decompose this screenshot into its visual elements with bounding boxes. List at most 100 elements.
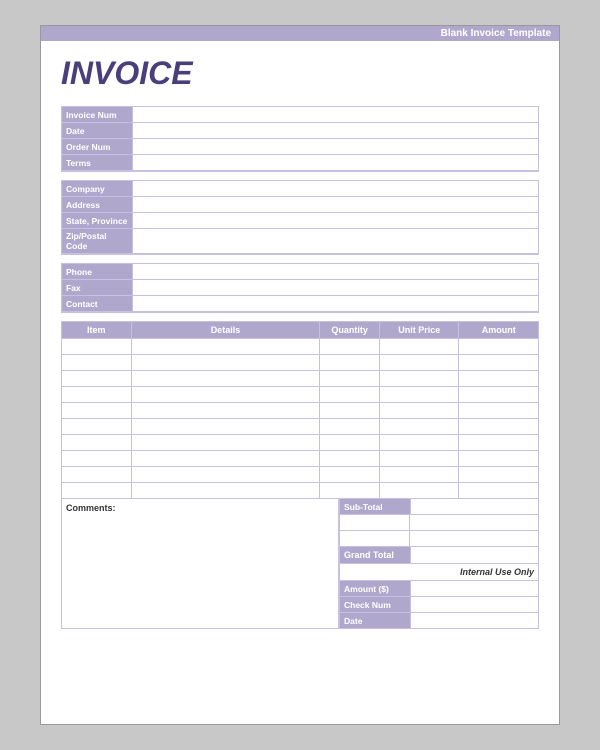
amount-value[interactable] — [410, 581, 538, 596]
fax-label: Fax — [62, 280, 132, 295]
details-cell[interactable] — [131, 451, 320, 467]
amount-cell[interactable] — [459, 339, 539, 355]
totals-area: Sub-Total Grand Total — [339, 499, 539, 629]
table-row — [62, 451, 539, 467]
order-num-value[interactable] — [132, 139, 538, 154]
terms-value[interactable] — [132, 155, 538, 170]
contact-section: Phone Fax Contact — [61, 263, 539, 313]
payment-date-value[interactable] — [410, 613, 538, 628]
comments-label: Comments: — [66, 503, 116, 513]
col-header-qty: Quantity — [320, 322, 380, 339]
state-value[interactable] — [132, 213, 538, 228]
qty-cell[interactable] — [320, 435, 380, 451]
item-cell[interactable] — [62, 419, 132, 435]
price-cell[interactable] — [379, 371, 459, 387]
item-cell[interactable] — [62, 371, 132, 387]
subtotal-value[interactable] — [410, 499, 538, 514]
qty-cell[interactable] — [320, 467, 380, 483]
amount-cell[interactable] — [459, 435, 539, 451]
table-row — [62, 371, 539, 387]
amount-row: Amount ($) — [339, 581, 539, 597]
grand-total-value[interactable] — [410, 547, 538, 563]
qty-cell[interactable] — [320, 419, 380, 435]
amount-cell[interactable] — [459, 451, 539, 467]
item-cell[interactable] — [62, 451, 132, 467]
price-cell[interactable] — [379, 483, 459, 499]
terms-row: Terms — [62, 155, 538, 171]
qty-cell[interactable] — [320, 387, 380, 403]
invoice-title: INVOICE — [61, 55, 539, 92]
amount-cell[interactable] — [459, 387, 539, 403]
qty-cell[interactable] — [320, 451, 380, 467]
qty-cell[interactable] — [320, 371, 380, 387]
company-row: Company — [62, 181, 538, 197]
price-cell[interactable] — [379, 403, 459, 419]
amount-cell[interactable] — [459, 419, 539, 435]
price-cell[interactable] — [379, 355, 459, 371]
price-cell[interactable] — [379, 387, 459, 403]
bottom-section: Comments: Sub-Total Grand Total — [61, 499, 539, 629]
amount-cell[interactable] — [459, 355, 539, 371]
contact-value[interactable] — [132, 296, 538, 311]
content-area: INVOICE Invoice Num Date Order Num Terms — [41, 41, 559, 643]
item-cell[interactable] — [62, 339, 132, 355]
amount-cell[interactable] — [459, 403, 539, 419]
totals-spacer-1 — [339, 515, 539, 531]
price-cell[interactable] — [379, 451, 459, 467]
qty-cell[interactable] — [320, 483, 380, 499]
grand-total-label: Grand Total — [340, 547, 410, 563]
invoice-num-value[interactable] — [132, 107, 538, 122]
phone-value[interactable] — [132, 264, 538, 279]
check-num-value[interactable] — [410, 597, 538, 612]
item-cell[interactable] — [62, 467, 132, 483]
price-cell[interactable] — [379, 435, 459, 451]
details-cell[interactable] — [131, 355, 320, 371]
company-label: Company — [62, 181, 132, 196]
details-cell[interactable] — [131, 339, 320, 355]
address-value[interactable] — [132, 197, 538, 212]
check-num-row: Check Num — [339, 597, 539, 613]
contact-label: Contact — [62, 296, 132, 311]
details-cell[interactable] — [131, 467, 320, 483]
details-cell[interactable] — [131, 371, 320, 387]
contact-row: Contact — [62, 296, 538, 312]
top-banner: Blank Invoice Template — [41, 26, 559, 41]
check-num-label: Check Num — [340, 597, 410, 612]
item-cell[interactable] — [62, 355, 132, 371]
fax-value[interactable] — [132, 280, 538, 295]
col-header-details: Details — [131, 322, 320, 339]
price-cell[interactable] — [379, 339, 459, 355]
qty-cell[interactable] — [320, 339, 380, 355]
grand-total-row: Grand Total — [339, 547, 539, 564]
amount-cell[interactable] — [459, 371, 539, 387]
invoice-num-row: Invoice Num — [62, 107, 538, 123]
details-cell[interactable] — [131, 419, 320, 435]
table-row — [62, 419, 539, 435]
date-value[interactable] — [132, 123, 538, 138]
zip-label: Zip/Postal Code — [62, 229, 132, 253]
item-cell[interactable] — [62, 387, 132, 403]
price-cell[interactable] — [379, 467, 459, 483]
zip-value[interactable] — [132, 229, 538, 253]
internal-use-row: Internal Use Only — [339, 564, 539, 581]
qty-cell[interactable] — [320, 355, 380, 371]
state-row: State, Province — [62, 213, 538, 229]
amount-cell[interactable] — [459, 483, 539, 499]
item-cell[interactable] — [62, 483, 132, 499]
items-table: Item Details Quantity Unit Price Amount — [61, 321, 539, 499]
table-row — [62, 339, 539, 355]
amount-cell[interactable] — [459, 467, 539, 483]
qty-cell[interactable] — [320, 403, 380, 419]
item-cell[interactable] — [62, 435, 132, 451]
company-value[interactable] — [132, 181, 538, 196]
price-cell[interactable] — [379, 419, 459, 435]
details-cell[interactable] — [131, 403, 320, 419]
phone-row: Phone — [62, 264, 538, 280]
table-row — [62, 403, 539, 419]
details-cell[interactable] — [131, 387, 320, 403]
comments-area[interactable]: Comments: — [61, 499, 339, 629]
order-num-row: Order Num — [62, 139, 538, 155]
details-cell[interactable] — [131, 483, 320, 499]
details-cell[interactable] — [131, 435, 320, 451]
item-cell[interactable] — [62, 403, 132, 419]
